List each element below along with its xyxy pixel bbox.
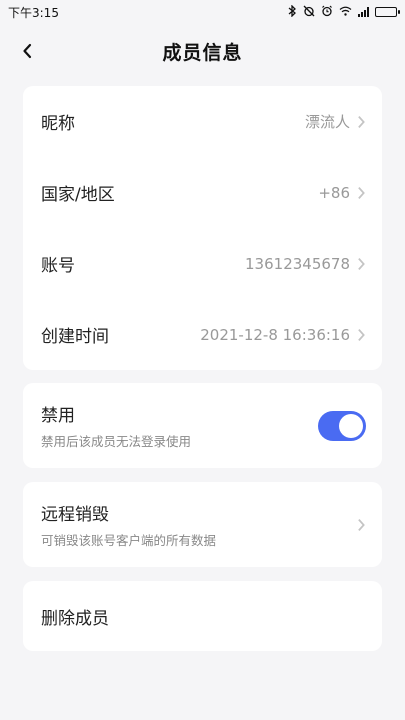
remote-wipe-description: 可销毁该账号客户端的所有数据	[41, 533, 217, 548]
chevron-right-icon	[358, 115, 365, 128]
created-time-value: 2021-12-8 16:36:16	[200, 325, 350, 344]
alarm-icon	[321, 5, 333, 19]
account-label: 账号	[41, 256, 75, 276]
nickname-row[interactable]: 昵称 漂流人	[23, 86, 382, 157]
back-button[interactable]	[14, 38, 40, 64]
remote-wipe-label: 远程销毁	[41, 505, 109, 525]
bluetooth-icon	[288, 4, 297, 19]
status-time: 下午3:15	[8, 5, 59, 20]
chevron-left-icon	[23, 43, 32, 59]
disable-description: 禁用后该成员无法登录使用	[41, 434, 192, 449]
disable-label: 禁用	[41, 406, 75, 426]
chevron-right-icon	[358, 328, 365, 341]
region-value: +86	[318, 183, 350, 202]
nickname-label: 昵称	[41, 114, 75, 134]
region-label: 国家/地区	[41, 185, 115, 205]
alarm-off-icon	[303, 5, 315, 19]
region-row[interactable]: 国家/地区 +86	[23, 157, 382, 228]
disable-card: 禁用 禁用后该成员无法登录使用	[23, 383, 382, 468]
remote-wipe-card: 远程销毁 可销毁该账号客户端的所有数据	[23, 482, 382, 567]
chevron-right-icon	[358, 257, 365, 270]
battery-icon	[375, 7, 400, 17]
status-bar: 下午3:15	[0, 0, 405, 24]
signal-icon	[358, 7, 369, 17]
status-icons	[288, 4, 400, 19]
info-card: 昵称 漂流人 国家/地区 +86 账号 13612345678 创建时间 202…	[23, 86, 382, 370]
created-time-label: 创建时间	[41, 327, 109, 347]
chevron-right-icon	[358, 518, 365, 531]
page-title: 成员信息	[162, 41, 243, 64]
delete-member-button[interactable]: 删除成员	[23, 581, 382, 651]
remote-wipe-row[interactable]: 远程销毁 可销毁该账号客户端的所有数据	[23, 482, 382, 567]
wifi-icon	[339, 6, 352, 18]
toggle-knob	[339, 413, 363, 438]
disable-toggle[interactable]	[318, 410, 366, 441]
disable-row: 禁用 禁用后该成员无法登录使用	[23, 383, 382, 468]
account-row[interactable]: 账号 13612345678	[23, 228, 382, 299]
header: 成员信息	[0, 24, 405, 78]
nickname-value: 漂流人	[304, 113, 350, 131]
chevron-right-icon	[358, 186, 365, 199]
delete-card: 删除成员	[23, 581, 382, 651]
delete-member-label: 删除成员	[41, 608, 109, 629]
account-value: 13612345678	[245, 254, 350, 273]
created-time-row[interactable]: 创建时间 2021-12-8 16:36:16	[23, 299, 382, 370]
